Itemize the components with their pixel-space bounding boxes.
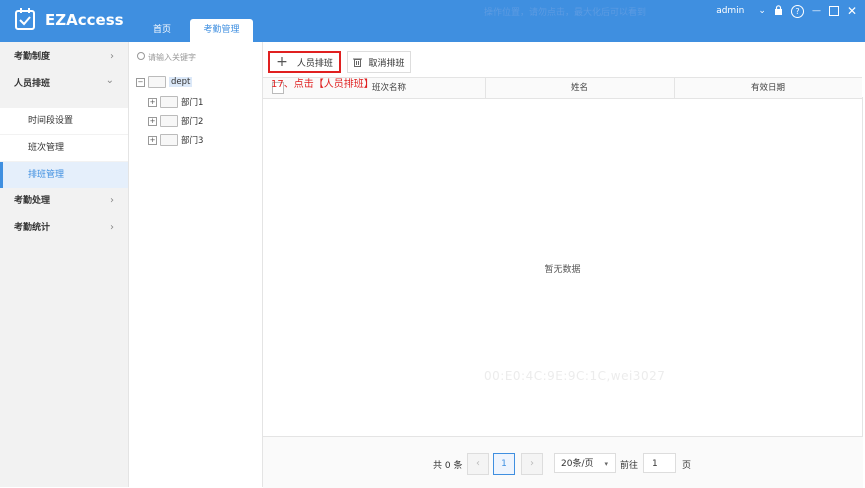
department-tree: 请输入关键字 − dept + 部门1 + 部门2 + 部门3 bbox=[129, 42, 263, 487]
sidebar-item-attendance-rules[interactable]: 考勤制度 › bbox=[0, 44, 128, 70]
tab-home[interactable]: 首页 bbox=[138, 19, 186, 42]
calendar-check-icon bbox=[15, 8, 35, 30]
cancel-scheduling-button[interactable]: 取消排班 bbox=[347, 51, 411, 73]
sidebar-item-staff-scheduling[interactable]: 人员排班 ⌄ bbox=[0, 71, 128, 97]
tree-search-input[interactable]: 请输入关键字 bbox=[137, 52, 255, 66]
next-page-button[interactable]: › bbox=[521, 453, 543, 475]
sidebar: 考勤制度 › 人员排班 ⌄ 时间段设置 班次管理 排班管理 考勤处理 › 考勤统… bbox=[0, 42, 129, 487]
plus-icon: + bbox=[276, 54, 288, 70]
staff-scheduling-button[interactable]: + 人员排班 bbox=[268, 51, 341, 73]
column-valid-date[interactable]: 有效日期 bbox=[674, 78, 862, 98]
tab-attendance-management[interactable]: 考勤管理 bbox=[190, 19, 253, 42]
user-name[interactable]: admin bbox=[716, 6, 744, 16]
tree-node-dept1[interactable]: + 部门1 bbox=[148, 96, 203, 108]
empty-state-text: 暂无数据 bbox=[544, 265, 581, 275]
window-controls: admin ⌄ ? — ✕ bbox=[716, 4, 857, 18]
expand-icon[interactable]: + bbox=[148, 116, 157, 126]
tree-node-root[interactable]: − dept bbox=[136, 76, 193, 88]
pagination: 共 0 条 ‹ 1 › 20条/页 ▾ 前往 1 页 bbox=[263, 436, 863, 488]
search-icon bbox=[137, 52, 145, 60]
chevron-down-icon: ⌄ bbox=[105, 75, 114, 86]
prev-page-button[interactable]: ‹ bbox=[467, 453, 489, 475]
expand-icon[interactable]: + bbox=[148, 135, 157, 145]
trash-icon bbox=[353, 58, 363, 67]
sidebar-item-attendance-processing[interactable]: 考勤处理 › bbox=[0, 188, 128, 214]
step-annotation: 17、点击【人员排班】 bbox=[271, 79, 374, 90]
current-page-button[interactable]: 1 bbox=[493, 453, 515, 475]
chevron-right-icon: › bbox=[110, 51, 114, 62]
caret-down-icon: ▾ bbox=[604, 460, 608, 468]
help-icon[interactable]: ? bbox=[790, 4, 804, 18]
main-content: + 人员排班 取消排班 班次名称 姓名 有效日期 17、点击【人员排班】 暂无数… bbox=[263, 42, 865, 488]
tree-node-dept3[interactable]: + 部门3 bbox=[148, 134, 203, 146]
column-name[interactable]: 姓名 bbox=[485, 78, 674, 98]
lock-icon[interactable] bbox=[774, 4, 783, 18]
total-count: 共 0 条 bbox=[433, 461, 463, 471]
sidebar-item-shift-management[interactable]: 班次管理 bbox=[0, 135, 128, 161]
sidebar-item-time-period[interactable]: 时间段设置 bbox=[0, 108, 128, 134]
sidebar-item-schedule-management[interactable]: 排班管理 bbox=[0, 162, 128, 188]
chevron-down-icon[interactable]: ⌄ bbox=[758, 6, 766, 16]
chevron-right-icon: › bbox=[110, 195, 114, 206]
folder-icon bbox=[160, 96, 178, 108]
top-bar: EZAccess 首页 考勤管理 操作位置，请勿点击，最大化后可以看到 admi… bbox=[0, 0, 865, 42]
tree-node-dept2[interactable]: + 部门2 bbox=[148, 115, 203, 127]
goto-label: 前往 bbox=[620, 461, 639, 471]
goto-page-input[interactable]: 1 bbox=[643, 453, 676, 473]
sidebar-item-attendance-statistics[interactable]: 考勤统计 › bbox=[0, 215, 128, 241]
page-unit-label: 页 bbox=[682, 461, 692, 471]
collapse-icon[interactable]: − bbox=[136, 77, 145, 87]
maximize-icon[interactable] bbox=[828, 6, 839, 16]
close-icon[interactable]: ✕ bbox=[847, 4, 857, 18]
folder-icon bbox=[148, 76, 166, 88]
page-size-select[interactable]: 20条/页 ▾ bbox=[554, 453, 616, 473]
app-title: EZAccess bbox=[45, 11, 124, 29]
expand-icon[interactable]: + bbox=[148, 97, 157, 107]
folder-icon bbox=[160, 134, 178, 146]
minimize-icon[interactable]: — bbox=[812, 6, 821, 16]
folder-icon bbox=[160, 115, 178, 127]
body-watermark: 00:E0:4C:9E:9C:1C,wei3027 bbox=[484, 369, 666, 383]
chevron-right-icon: › bbox=[110, 222, 114, 233]
top-watermark: 操作位置，请勿点击，最大化后可以看到 bbox=[484, 8, 647, 18]
